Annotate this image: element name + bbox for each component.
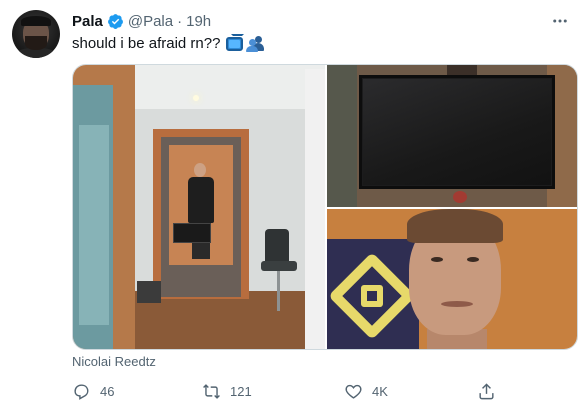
tweet[interactable]: Pala @Pala · 19h should i be afraid rn?? bbox=[0, 0, 585, 407]
reply-icon bbox=[74, 383, 89, 400]
like-button[interactable]: 4K bbox=[344, 380, 388, 402]
face-photo[interactable] bbox=[327, 209, 577, 349]
tweet-timestamp[interactable]: 19h bbox=[186, 13, 211, 30]
share-icon bbox=[479, 382, 494, 399]
tweet-actions: 46 121 4K bbox=[72, 380, 532, 402]
share-button[interactable] bbox=[477, 380, 496, 402]
tweet-text: should i be afraid rn?? bbox=[72, 35, 221, 52]
tweet-text-row: should i be afraid rn?? bbox=[72, 34, 265, 54]
more-options-icon[interactable] bbox=[549, 10, 571, 32]
author-handle[interactable]: @Pala bbox=[128, 13, 173, 30]
people-icon bbox=[246, 36, 265, 52]
author-name[interactable]: Pala bbox=[72, 13, 103, 30]
author-avatar[interactable] bbox=[12, 10, 60, 58]
room-photo[interactable] bbox=[73, 65, 325, 349]
retweet-count: 121 bbox=[230, 383, 252, 399]
retweet-icon bbox=[203, 383, 220, 399]
monitor-photo[interactable] bbox=[327, 65, 577, 207]
media-caption[interactable]: Nicolai Reedtz bbox=[72, 354, 156, 369]
reply-count: 46 bbox=[100, 383, 115, 399]
like-count: 4K bbox=[372, 383, 388, 399]
reply-button[interactable]: 46 bbox=[72, 380, 114, 402]
heart-icon bbox=[345, 384, 362, 399]
tweet-header: Pala @Pala · 19h bbox=[72, 11, 211, 31]
verified-badge-icon bbox=[107, 13, 123, 29]
media-grid bbox=[72, 64, 578, 350]
tv-icon bbox=[226, 34, 245, 51]
header-separator: · bbox=[177, 12, 183, 30]
retweet-button[interactable]: 121 bbox=[202, 380, 252, 402]
